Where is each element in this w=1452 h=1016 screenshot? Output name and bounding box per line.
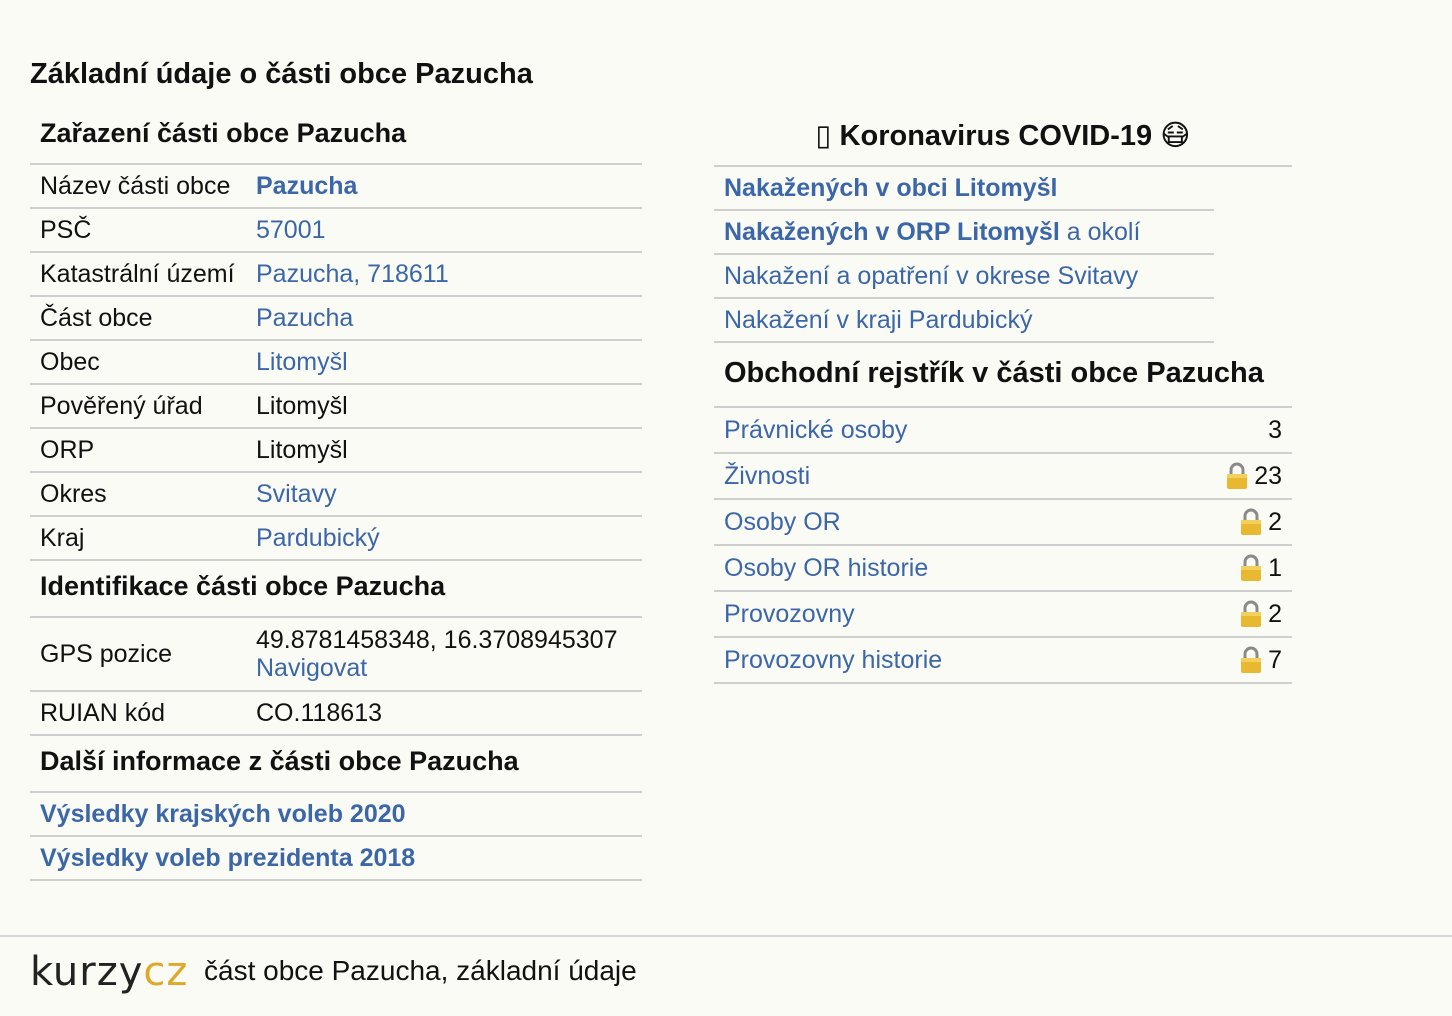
identifikace-heading: Identifikace části obce Pazucha [30,561,642,618]
row-value-link[interactable]: Svitavy [256,479,632,509]
lock-icon [1240,646,1262,674]
row-label: Část obce [40,304,153,332]
gps-value-cell: 49.8781458348, 16.3708945307 Navigovat [256,626,632,682]
or-count-cell: 1 [1240,554,1282,583]
covid-orp-bold: Nakažených v ORP Litomyšl [724,218,1060,246]
logo-part-a: kurzy [30,949,144,995]
row-value-link[interactable]: Pazucha, 718611 [256,259,632,289]
covid-row: Nakažených v obci Litomyšl [714,167,1214,211]
row-label: PSČ [40,216,92,244]
lock-icon [1240,554,1262,582]
covid-row: Nakažených v ORP Litomyšl a okolí [714,211,1214,255]
dalsi-heading: Další informace z části obce Pazucha [30,736,642,793]
covid-obec-link[interactable]: Nakažených v obci Litomyšl [724,173,1057,203]
navigate-link[interactable]: Navigovat [256,654,367,682]
gps-row: GPS pozice 49.8781458348, 16.3708945307 … [30,618,642,692]
covid-okres-link[interactable]: Nakažení a opatření v okrese Svitavy [724,261,1138,291]
or-row: Právnické osoby 3 [714,408,1292,454]
zarazeni-row: PSČ 57001 [30,209,642,253]
or-count: 2 [1268,599,1282,628]
or-row-link[interactable]: Provozovny historie [724,646,942,675]
covid-heading: ▯ Koronavirus COVID-19 😷 [714,110,1292,167]
row-label: Pověřený úřad [40,392,203,420]
covid-row: Nakažení v kraji Pardubický [714,299,1214,343]
prezidentske-volby-link[interactable]: Výsledky voleb prezidenta 2018 [40,843,415,873]
or-count-cell: 3 [1268,416,1282,445]
lock-icon [1240,600,1262,628]
footer: kurzycz část obce Pazucha, základní údaj… [0,935,1452,1016]
row-label: Okres [40,480,107,508]
zarazeni-heading: Zařazení části obce Pazucha [30,110,642,165]
or-row: Provozovny historie 7 [714,638,1292,684]
row-value-link[interactable]: Litomyšl [256,347,632,377]
covid-heading-text: ▯ Koronavirus COVID-19 [815,120,1153,152]
or-row-link[interactable]: Právnické osoby [724,416,907,445]
covid-orp-rest: a okolí [1059,218,1141,246]
or-row: Živnosti 23 [714,454,1292,500]
or-row-link[interactable]: Osoby OR [724,508,841,537]
or-table: Právnické osoby 3 Živnosti 23 Osoby OR 2 Osoby… [714,408,1292,684]
row-label: ORP [40,436,95,464]
row-label: Kraj [40,524,85,552]
dalsi-row-1: Výsledky krajských voleb 2020 [30,793,642,837]
dalsi-row-2: Výsledky voleb prezidenta 2018 [30,837,642,881]
zarazeni-row: Pověřený úřad Litomyšl [30,385,642,429]
face-mask-icon: 😷 [1160,120,1191,152]
or-count: 23 [1254,461,1282,490]
or-row: Osoby OR 2 [714,500,1292,546]
or-count: 7 [1268,645,1282,674]
ruian-label: RUIAN kód [40,699,166,727]
ruian-row: RUIAN kód CO.118613 [30,692,642,736]
right-column: ▯ Koronavirus COVID-19 😷 Nakažených v ob… [714,110,1292,684]
row-value-link[interactable]: Pazucha [256,171,632,201]
page-title: Základní údaje o části obce Pazucha [30,58,533,90]
krajske-volby-link[interactable]: Výsledky krajských voleb 2020 [40,799,406,829]
row-value-link[interactable]: 57001 [256,215,632,245]
or-heading: Obchodní rejstřík v části obce Pazucha [714,353,1292,408]
kurzy-logo[interactable]: kurzycz [30,949,188,995]
or-count: 2 [1268,507,1282,536]
covid-orp-link[interactable]: Nakažených v ORP Litomyšl a okolí [724,217,1140,247]
zarazeni-row: ORP Litomyšl [30,429,642,473]
zarazeni-row: Kraj Pardubický [30,517,642,561]
zarazeni-row: Katastrální území Pazucha, 718611 [30,253,642,297]
row-label: Katastrální území [40,260,235,288]
footer-text: část obce Pazucha, základní údaje [204,955,637,986]
zarazeni-row: Okres Svitavy [30,473,642,517]
covid-kraj-link[interactable]: Nakažení v kraji Pardubický [724,305,1032,335]
row-label: Název části obce [40,172,231,200]
row-value-link[interactable]: Pardubický [256,523,632,553]
or-row-link[interactable]: Osoby OR historie [724,554,928,583]
covid-list: Nakažených v obci Litomyšl Nakažených v … [714,167,1214,343]
lock-icon [1240,508,1262,536]
row-value: Litomyšl [256,436,348,464]
zarazeni-row: Část obce Pazucha [30,297,642,341]
or-count-cell: 2 [1240,600,1282,629]
covid-row: Nakažení a opatření v okrese Svitavy [714,255,1214,299]
or-count-cell: 7 [1240,646,1282,675]
or-count-cell: 23 [1226,462,1282,491]
gps-label: GPS pozice [40,640,173,668]
zarazeni-row: Obec Litomyšl [30,341,642,385]
or-count: 3 [1268,415,1282,444]
row-label: Obec [40,348,100,376]
row-value: Litomyšl [256,392,348,420]
left-column: Zařazení části obce Pazucha Název části … [30,110,642,881]
or-count-cell: 2 [1240,508,1282,537]
row-value-link[interactable]: Pazucha [256,303,632,333]
gps-value: 49.8781458348, 16.3708945307 [256,626,618,654]
zarazeni-row: Název části obce Pazucha [30,165,642,209]
lock-icon [1226,462,1248,490]
or-row: Osoby OR historie 1 [714,546,1292,592]
logo-part-b: cz [143,949,189,995]
or-row-link[interactable]: Živnosti [724,462,810,491]
or-row-link[interactable]: Provozovny [724,600,855,629]
or-row: Provozovny 2 [714,592,1292,638]
or-count: 1 [1268,553,1282,582]
ruian-value: CO.118613 [256,699,383,727]
zarazeni-table: Název části obce Pazucha PSČ 57001 Katastrál… [30,165,642,561]
